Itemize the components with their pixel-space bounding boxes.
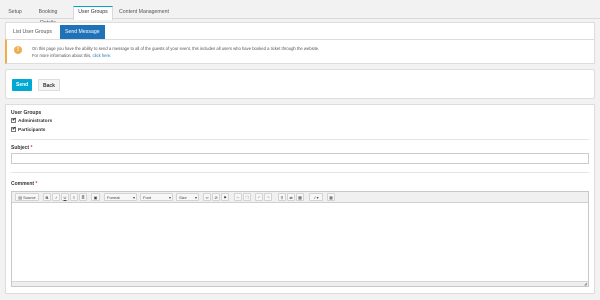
user-groups-label: User Groups bbox=[11, 110, 42, 116]
notice-more-info-prefix: For more information about this, bbox=[32, 53, 93, 58]
numbered-list-icon[interactable]: ≡ bbox=[70, 193, 78, 201]
administrators-checkbox[interactable] bbox=[11, 117, 16, 123]
italic-button[interactable]: I bbox=[52, 193, 60, 201]
administrators-label: Administrators bbox=[18, 119, 53, 124]
subject-input[interactable] bbox=[11, 153, 589, 164]
copy-icon[interactable]: ❐ bbox=[243, 193, 251, 201]
message-form: User Groups Administrators Participants … bbox=[5, 104, 595, 294]
anchor-flag-icon[interactable]: ⚑ bbox=[221, 193, 229, 201]
replace-icon[interactable]: ⇄ bbox=[287, 193, 295, 201]
comment-label: Comment * bbox=[11, 181, 37, 187]
comment-textarea[interactable] bbox=[12, 203, 588, 281]
notice-text: On this page you have the ability to sen… bbox=[32, 46, 320, 51]
tab-user-groups[interactable]: User Groups bbox=[73, 6, 113, 20]
participants-label: Participants bbox=[18, 128, 46, 133]
bold-button[interactable]: B bbox=[43, 193, 51, 201]
undo-icon[interactable]: ↶ bbox=[255, 193, 263, 201]
action-panel: Send Back bbox=[5, 69, 595, 99]
resize-grip-icon[interactable]: ◢ bbox=[584, 281, 587, 286]
comment-label-text: Comment bbox=[11, 181, 35, 187]
divider bbox=[11, 139, 589, 140]
editor-toolbar: ▤ Source B I U ≡ ≣ ▣ Format Font Size ∞ … bbox=[12, 192, 588, 203]
tab-setup[interactable]: Setup bbox=[4, 6, 26, 19]
redo-icon[interactable]: ↷ bbox=[264, 193, 272, 201]
info-icon: ! bbox=[14, 46, 22, 54]
send-button[interactable]: Send bbox=[12, 79, 33, 91]
spellcheck-select[interactable]: ✓▾ bbox=[309, 193, 323, 201]
format-select[interactable]: Format bbox=[104, 193, 137, 202]
paste-icon[interactable]: ▩ bbox=[296, 193, 304, 201]
size-select[interactable]: Size bbox=[176, 193, 199, 202]
back-button[interactable]: Back bbox=[38, 79, 60, 91]
required-marker: * bbox=[35, 181, 38, 187]
top-tab-bar: Setup Booking Details User Groups Conten… bbox=[0, 0, 600, 26]
divider bbox=[11, 172, 589, 173]
image-icon[interactable]: ▣ bbox=[91, 193, 100, 201]
notice-more-info: For more information about this, click h… bbox=[32, 53, 111, 58]
source-button[interactable]: ▤ Source bbox=[15, 193, 39, 201]
subject-label-text: Subject bbox=[11, 145, 30, 151]
underline-button[interactable]: U bbox=[61, 193, 69, 201]
unlink-icon[interactable]: ⊘ bbox=[212, 193, 220, 201]
tab-content-management[interactable]: Content Management bbox=[117, 6, 171, 19]
required-marker: * bbox=[30, 145, 33, 151]
source-label: Source bbox=[23, 195, 36, 200]
click-here-link[interactable]: click here. bbox=[93, 53, 112, 58]
cut-icon[interactable]: ✂ bbox=[234, 193, 242, 201]
editor-footer: ◢ bbox=[12, 281, 588, 286]
source-icon: ▤ bbox=[18, 195, 22, 200]
link-icon[interactable]: ∞ bbox=[203, 193, 211, 201]
tab-send-message[interactable]: Send Message bbox=[60, 25, 105, 40]
tab-list-user-groups[interactable]: List User Groups bbox=[8, 25, 57, 40]
tab-booking-details[interactable]: Booking Details bbox=[29, 6, 67, 26]
sub-tab-bar: List User Groups Send Message bbox=[5, 22, 595, 40]
maximize-icon[interactable]: ▦ bbox=[327, 193, 335, 201]
group-participants[interactable]: Participants bbox=[11, 126, 46, 133]
info-notice: ! On this page you have the ability to s… bbox=[5, 39, 595, 64]
bulleted-list-icon[interactable]: ≣ bbox=[79, 193, 87, 201]
comment-editor: ▤ Source B I U ≡ ≣ ▣ Format Font Size ∞ … bbox=[11, 191, 589, 287]
participants-checkbox[interactable] bbox=[11, 126, 16, 132]
group-administrators[interactable]: Administrators bbox=[11, 117, 53, 124]
font-select[interactable]: Font bbox=[140, 193, 173, 202]
find-icon[interactable]: ⚲ bbox=[278, 193, 286, 201]
subject-label: Subject * bbox=[11, 145, 32, 151]
